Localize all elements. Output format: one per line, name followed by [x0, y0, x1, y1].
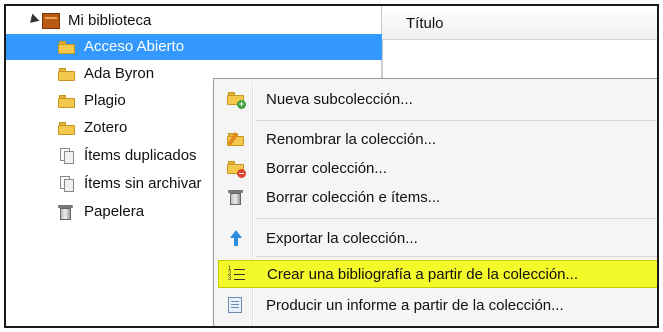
menu-separator — [256, 120, 657, 121]
trash-icon — [58, 204, 73, 220]
menu-separator — [256, 218, 657, 219]
tree-item-acceso-abierto[interactable]: Acceso Abierto — [6, 34, 382, 60]
folder-icon — [58, 95, 75, 108]
delete-collection-icon — [227, 160, 246, 178]
folder-icon — [58, 68, 75, 81]
menu-item-generate-report[interactable]: Producir un informe a partir de la colec… — [217, 291, 657, 319]
bibliography-icon: 1 2 3 — [228, 266, 245, 283]
unfiled-icon — [58, 176, 74, 192]
collection-context-menu: + Nueva subcolección... Renombrar la col… — [213, 78, 657, 326]
expand-arrow-icon[interactable] — [26, 13, 40, 27]
menu-item-label: Exportar la colección... — [266, 230, 418, 247]
tree-item-label: Acceso Abierto — [84, 38, 185, 55]
folder-icon — [58, 122, 75, 135]
column-title-label: Título — [406, 15, 444, 32]
duplicates-icon — [58, 148, 74, 164]
menu-item-label: Crear una bibliografía a partir de la co… — [267, 266, 579, 283]
export-icon — [227, 230, 244, 246]
menu-item-create-bibliography[interactable]: 1 2 3 Crear una bibliografía a partir de… — [218, 260, 657, 288]
menu-separator — [256, 256, 657, 257]
new-subcollection-icon: + — [227, 91, 246, 109]
menu-item-label: Renombrar la colección... — [266, 131, 437, 148]
tree-item-label: Ada Byron — [84, 65, 155, 82]
report-icon — [227, 297, 244, 313]
tree-item-my-library[interactable]: Mi biblioteca — [6, 8, 382, 34]
menu-item-new-subcollection[interactable]: + Nueva subcolección... — [217, 85, 657, 113]
library-icon — [42, 13, 60, 29]
tree-item-label: Ítems sin archivar — [84, 175, 202, 192]
menu-item-rename-collection[interactable]: Renombrar la colección... — [217, 125, 657, 153]
tree-item-label: Zotero — [84, 119, 128, 136]
tree-item-label: Papelera — [84, 203, 145, 220]
column-header-title[interactable]: Título — [382, 6, 657, 40]
rename-collection-icon — [227, 131, 244, 147]
menu-item-export-collection[interactable]: Exportar la colección... — [217, 224, 657, 252]
menu-item-label: Nueva subcolección... — [266, 91, 413, 108]
menu-item-label: Producir un informe a partir de la colec… — [266, 297, 564, 314]
delete-collection-items-icon — [227, 189, 244, 205]
tree-item-label: Mi biblioteca — [68, 12, 152, 29]
tree-item-label: Plagio — [84, 92, 126, 109]
menu-item-delete-collection[interactable]: Borrar colección... — [217, 154, 657, 182]
zotero-window: Mi biblioteca Acceso Abierto Ada Byron P… — [4, 4, 659, 328]
menu-item-label: Borrar colección... — [266, 160, 387, 177]
tree-item-label: Ítems duplicados — [84, 147, 197, 164]
menu-item-label: Borrar colección e ítems... — [266, 189, 441, 206]
menu-item-delete-collection-and-items[interactable]: Borrar colección e ítems... — [217, 183, 657, 211]
folder-icon — [58, 41, 75, 54]
